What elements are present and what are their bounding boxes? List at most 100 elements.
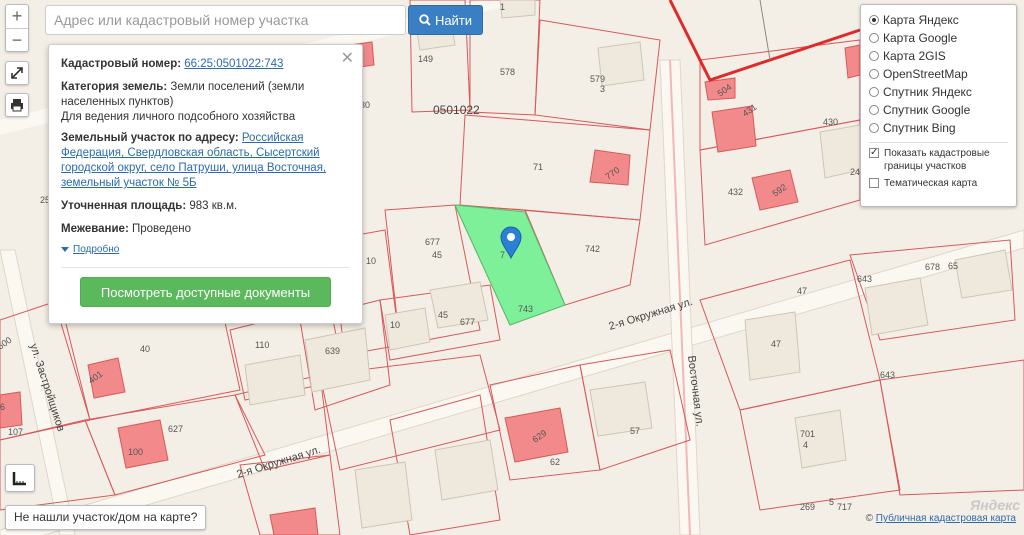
parcel-number-label: 47 <box>771 339 781 349</box>
layer-option-label: Спутник Bing <box>883 121 956 135</box>
survey-row: Межевание: Проведено <box>61 222 350 237</box>
checkbox[interactable] <box>869 146 879 159</box>
radio-button[interactable] <box>869 87 879 97</box>
search-button-label: Найти <box>434 12 473 28</box>
layer-option-label: Карта Google <box>883 31 958 45</box>
parcel-number-label: 71 <box>533 162 543 172</box>
survey-label: Межевание: <box>61 223 129 235</box>
layer-toggles: Показать кадастровые границы участков Тем… <box>869 146 1008 190</box>
layer-option-label: Карта 2GIS <box>883 49 946 63</box>
layer-option[interactable]: Спутник Google <box>869 101 1008 119</box>
printer-icon <box>11 99 23 112</box>
address-row: Земельный участок по адресу: Российская … <box>61 131 350 191</box>
land-category-row: Категория земель: Земли поселений (земли… <box>61 80 350 125</box>
cadastral-number-link[interactable]: 66:25:0501022:743 <box>184 58 283 70</box>
layer-option[interactable]: Карта Google <box>869 29 1008 47</box>
parcel-number-label: 3 <box>600 84 605 94</box>
search-button[interactable]: Найти <box>408 5 483 35</box>
close-icon[interactable]: ✕ <box>341 51 354 67</box>
layer-option-label: Спутник Яндекс <box>883 85 972 99</box>
caret-down-icon <box>61 247 69 252</box>
parcel-number-label: 717 <box>837 502 852 512</box>
copyright-symbol: © <box>865 513 873 524</box>
zoom-out-button[interactable]: − <box>6 28 28 51</box>
parcel-number-label: 6 <box>0 402 5 412</box>
parcel-number-label: 45 <box>438 310 448 320</box>
layer-toggle[interactable]: Тематическая карта <box>869 177 1008 190</box>
parcel-number-label: 578 <box>500 67 515 77</box>
fullscreen-button[interactable] <box>5 61 29 85</box>
layer-option-label: Карта Яндекс <box>883 13 959 27</box>
more-details-link[interactable]: Подробно <box>61 242 350 257</box>
parcel-number-label: 62 <box>550 457 560 467</box>
print-button[interactable] <box>5 93 29 117</box>
view-documents-button[interactable]: Посмотреть доступные документы <box>80 277 331 307</box>
yandex-logo: Яндекс <box>970 497 1020 513</box>
search-input[interactable] <box>45 5 406 35</box>
layer-option[interactable]: Карта 2GIS <box>869 47 1008 65</box>
radio-button[interactable] <box>869 51 879 61</box>
parcel-number-label: 643 <box>857 274 872 284</box>
parcel-number-label: 677 <box>425 237 440 247</box>
layer-toggle-label: Тематическая карта <box>884 178 978 189</box>
radio-button[interactable] <box>869 123 879 133</box>
parcel-number-label: 24 <box>850 167 860 177</box>
layer-option[interactable]: Спутник Bing <box>869 119 1008 137</box>
radio-button[interactable] <box>869 105 879 115</box>
more-details-label: Подробно <box>73 244 120 255</box>
parcel-number-label: 40 <box>140 344 150 354</box>
parcel-number-label: 430 <box>823 117 838 127</box>
layer-options: Карта Яндекс Карта Google Карта 2GIS OpenSt… <box>869 11 1008 137</box>
parcel-number-label: 269 <box>800 502 815 512</box>
attribution-link[interactable]: Публичная кадастровая карта <box>876 513 1016 524</box>
parcel-number-label: 743 <box>518 304 533 314</box>
parcel-number-label: 7 <box>500 250 505 260</box>
layer-option[interactable]: OpenStreetMap <box>869 65 1008 83</box>
layer-divider <box>869 142 1008 143</box>
parcel-number-label: 1 <box>500 2 505 12</box>
layer-option[interactable]: Карта Яндекс <box>869 11 1008 29</box>
parcel-number-label: 701 <box>800 429 815 439</box>
area-value: 983 кв.м. <box>189 200 238 212</box>
parcel-number-label: 110 <box>255 340 269 350</box>
zoom-control: + − <box>5 4 29 52</box>
parcel-number-label: 627 <box>168 424 183 434</box>
area-label: Уточненная площадь: <box>61 200 187 212</box>
layer-toggle[interactable]: Показать кадастровые границы участков <box>869 146 1008 173</box>
parcel-number-label: 5 <box>829 497 834 507</box>
layer-option[interactable]: Спутник Яндекс <box>869 83 1008 101</box>
parcel-number-label: 100 <box>128 447 143 457</box>
checkbox[interactable] <box>869 178 879 188</box>
parcel-number-label: 10 <box>390 320 400 330</box>
area-row: Уточненная площадь: 983 кв.м. <box>61 199 350 214</box>
parcel-info-popup: ✕ Кадастровый номер: 66:25:0501022:743 К… <box>48 44 363 324</box>
ruler-button[interactable] <box>5 464 35 492</box>
parcel-number-label: 4 <box>803 440 808 450</box>
parcel-number-label: 47 <box>797 286 807 296</box>
cadastral-number-label: Кадастровый номер: <box>61 58 182 70</box>
parcel-number-label: 107 <box>8 427 23 437</box>
cadastral-number-row: Кадастровый номер: 66:25:0501022:743 <box>61 57 350 72</box>
ruler-icon <box>12 472 26 486</box>
land-category-label: Категория земель: <box>61 81 168 93</box>
parcel-number-label: 643 <box>880 370 895 380</box>
layer-toggle-label: Показать кадастровые границы участков <box>884 148 990 172</box>
parcel-number-label: 45 <box>432 250 442 260</box>
parcel-number-label: 149 <box>418 54 433 64</box>
parcel-number-label: 678 <box>925 262 940 272</box>
quarter-label: 0501022 <box>433 103 480 117</box>
land-use-text: Для ведения личного подсобного хозяйства <box>61 111 296 123</box>
radio-button[interactable] <box>869 33 879 43</box>
zoom-in-button[interactable]: + <box>6 5 28 28</box>
layer-option-label: Спутник Google <box>883 103 971 117</box>
expand-icon <box>11 67 23 79</box>
search-icon <box>419 14 431 26</box>
parcel-number-label: 432 <box>728 187 743 197</box>
parcel-number-label: 65 <box>948 261 958 271</box>
not-found-feedback-button[interactable]: Не нашли участок/дом на карте? <box>5 505 207 530</box>
popup-divider <box>61 267 350 268</box>
radio-button[interactable] <box>869 15 879 25</box>
parcel-number-label: 742 <box>585 244 600 254</box>
attribution: © Публичная кадастровая карта <box>866 513 1016 524</box>
radio-button[interactable] <box>869 69 879 79</box>
